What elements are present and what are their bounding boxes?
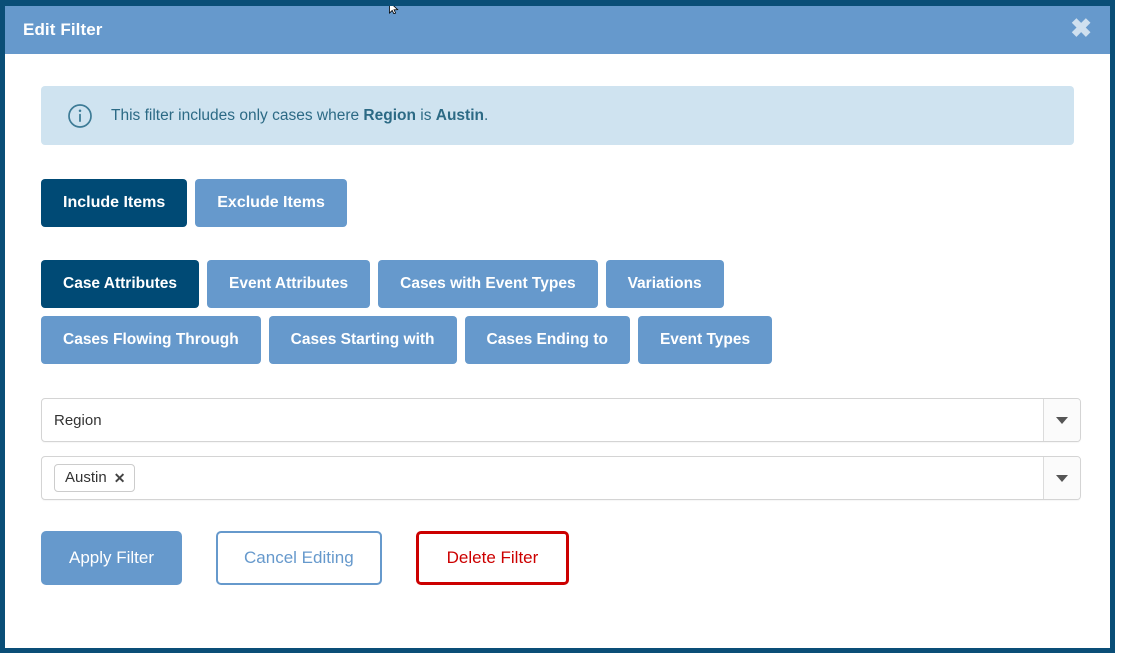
info-circle-icon <box>67 103 93 129</box>
value-select-row: Austin ✕ <box>41 456 1081 500</box>
tab-cases-flowing-through[interactable]: Cases Flowing Through <box>41 316 261 364</box>
filter-info-banner: This filter includes only cases where Re… <box>41 86 1074 145</box>
attribute-select-value[interactable]: Region <box>42 399 1043 441</box>
cancel-editing-button[interactable]: Cancel Editing <box>216 531 382 585</box>
banner-text-middle: is <box>415 106 436 124</box>
banner-text-prefix: This filter includes only cases where <box>111 106 364 124</box>
value-select-tokens[interactable]: Austin ✕ <box>42 457 1043 499</box>
tab-cases-ending-to[interactable]: Cases Ending to <box>464 316 630 364</box>
dialog-title-bar: Edit Filter ✖ <box>5 6 1110 54</box>
remove-chip-icon[interactable]: ✕ <box>114 471 126 485</box>
chevron-down-icon <box>1056 416 1068 424</box>
include-items-button[interactable]: Include Items <box>41 179 188 227</box>
banner-value: Austin <box>435 106 484 124</box>
include-exclude-group: Include Items Exclude Items <box>41 179 1074 227</box>
chevron-down-icon <box>1056 474 1068 482</box>
apply-filter-button[interactable]: Apply Filter <box>41 531 183 585</box>
tab-case-attributes[interactable]: Case Attributes <box>41 260 199 308</box>
value-select-toggle[interactable] <box>1043 457 1080 499</box>
filter-type-tabs: Case Attributes Event Attributes Cases w… <box>41 260 856 364</box>
dialog-title: Edit Filter <box>23 20 103 39</box>
tab-event-types[interactable]: Event Types <box>637 316 773 364</box>
banner-attribute: Region <box>363 106 416 124</box>
delete-filter-button[interactable]: Delete Filter <box>415 531 570 585</box>
dialog-body: This filter includes only cases where Re… <box>5 54 1110 585</box>
tab-event-attributes[interactable]: Event Attributes <box>206 260 371 308</box>
tab-cases-starting-with[interactable]: Cases Starting with <box>268 316 457 364</box>
filter-info-text: This filter includes only cases where Re… <box>111 107 488 125</box>
attribute-select-row: Region <box>41 398 1081 442</box>
value-chip-label: Austin <box>65 469 107 486</box>
edit-filter-dialog: Edit Filter ✖ This filter includes only … <box>0 0 1115 653</box>
attribute-select[interactable]: Region <box>41 398 1081 442</box>
close-icon[interactable]: ✖ <box>1068 15 1094 45</box>
attribute-select-toggle[interactable] <box>1043 399 1080 441</box>
banner-text-suffix: . <box>483 106 489 124</box>
dialog-actions: Apply Filter Cancel Editing Delete Filte… <box>41 531 1074 585</box>
exclude-items-button[interactable]: Exclude Items <box>195 179 347 227</box>
value-select[interactable]: Austin ✕ <box>41 456 1081 500</box>
tab-cases-with-event-types[interactable]: Cases with Event Types <box>378 260 598 308</box>
tab-variations[interactable]: Variations <box>605 260 724 308</box>
value-chip-austin: Austin ✕ <box>54 464 136 492</box>
